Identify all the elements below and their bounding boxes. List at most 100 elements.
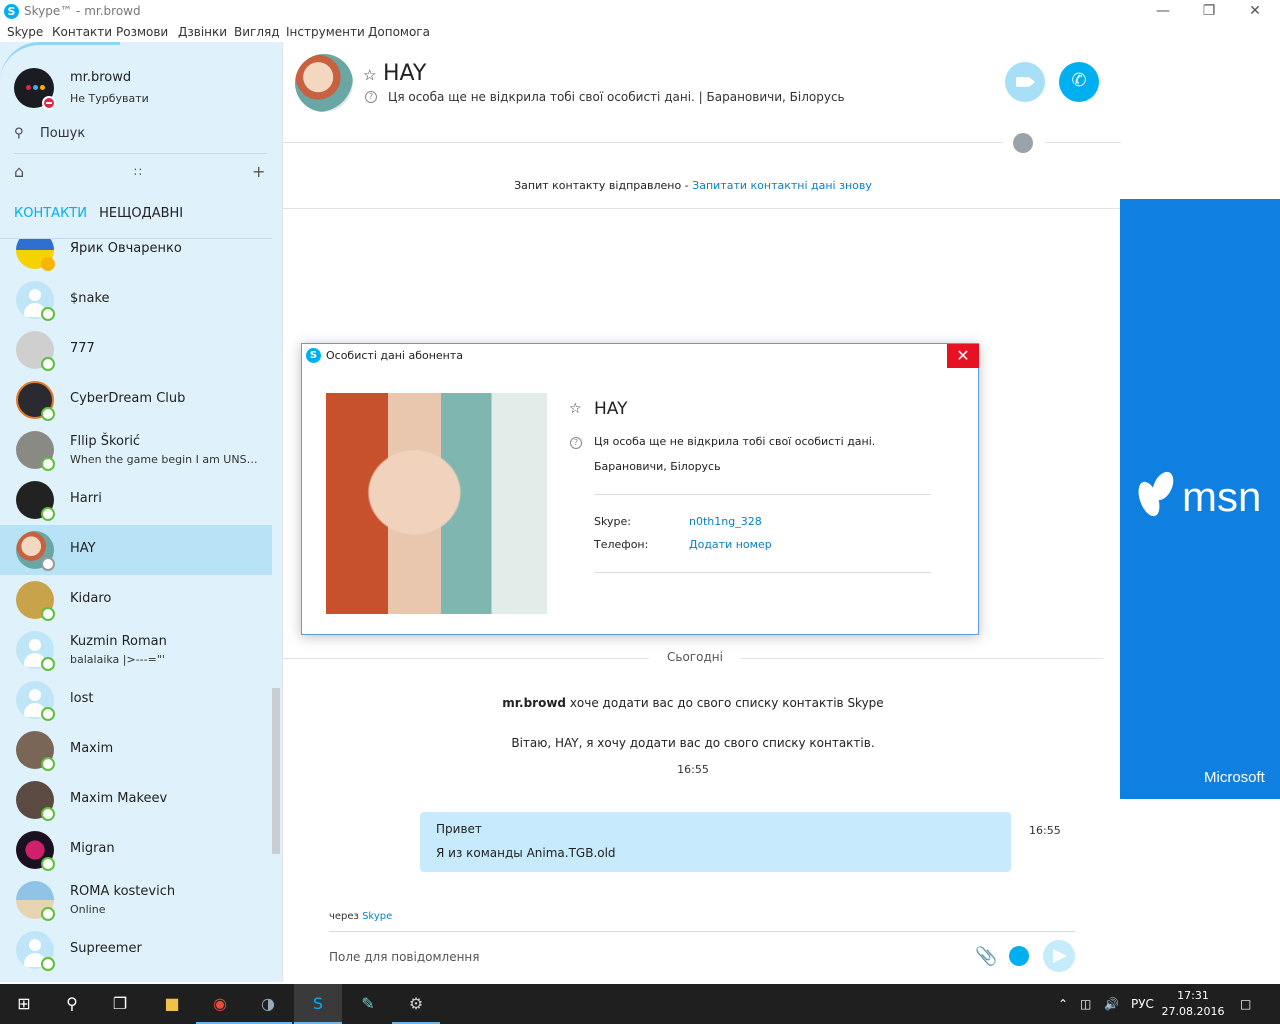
conversation-avatar[interactable] <box>295 54 353 112</box>
contact-item[interactable]: ROMA kostevich Online <box>0 875 272 925</box>
contact-name: HAY <box>70 541 96 556</box>
menu-skype[interactable]: Skype <box>7 25 43 39</box>
system-text: хоче додати вас до свого списку контакті… <box>566 696 884 710</box>
contact-item[interactable]: lost <box>0 675 272 725</box>
request-again-link[interactable]: Запитати контактні дані знову <box>692 179 872 192</box>
contact-tabs: КОНТАКТИ НЕЩОДАВНІ <box>14 206 191 221</box>
contact-name: $nake <box>70 291 110 306</box>
video-call-button[interactable] <box>1005 62 1045 102</box>
language-indicator[interactable]: РУС <box>1131 984 1154 1024</box>
contact-item[interactable]: Kidaro <box>0 575 272 625</box>
notifications-icon[interactable]: □ <box>1240 984 1251 1024</box>
message-input[interactable]: Поле для повідомлення <box>329 950 479 964</box>
network-icon[interactable]: ◫ <box>1080 984 1091 1024</box>
title-bar: S Skype™ - mr.browd — ❐ ✕ <box>0 0 1280 24</box>
phone-label: Телефон: <box>594 538 649 551</box>
contact-item[interactable]: Harri <box>0 475 272 525</box>
contact-item[interactable]: Fllip Škorić When the game begin I am UN… <box>0 425 272 475</box>
app-icon[interactable]: ◑ <box>244 984 292 1024</box>
contact-item[interactable]: Kuzmin Roman balalaika |>---="' <box>0 625 272 675</box>
divider <box>594 494 931 495</box>
task-view-icon[interactable]: ❐ <box>96 984 144 1024</box>
dialog-contact-name: HAY <box>594 399 628 419</box>
contact-name: lost <box>70 691 94 706</box>
skype-id-label: Skype: <box>594 515 631 528</box>
sidebar-toolbar: ⌂ ∷ + <box>14 162 267 186</box>
contact-name: 777 <box>70 341 95 356</box>
contact-item-selected[interactable]: HAY <box>0 525 272 575</box>
phone-icon: ✆ <box>1071 70 1087 91</box>
menu-contacts[interactable]: Контакти <box>52 25 112 39</box>
search-icon[interactable]: ⚲ <box>48 984 96 1024</box>
windows-start-icon[interactable]: ⊞ <box>0 984 48 1024</box>
steam-icon[interactable]: ⚙ <box>392 984 440 1024</box>
contact-item[interactable]: Maxim <box>0 725 272 775</box>
search-icon: ⚲ <box>14 126 24 141</box>
contact-item[interactable]: Supreemer <box>0 925 272 975</box>
dialog-close-button[interactable]: ✕ <box>947 344 979 368</box>
minimize-button[interactable]: — <box>1140 0 1186 24</box>
home-icon[interactable]: ⌂ <box>14 162 24 181</box>
contact-item[interactable]: $nake <box>0 275 272 325</box>
conversation-title[interactable]: HAY <box>383 61 426 86</box>
privacy-notice: Ця особа ще не відкрила тобі свої особис… <box>594 435 876 448</box>
greeting-message: Вітаю, HAY, я хочу додати вас до свого с… <box>511 736 875 750</box>
tab-contacts[interactable]: КОНТАКТИ <box>14 206 87 221</box>
msn-logo-text: msn <box>1182 473 1262 520</box>
contact-item[interactable]: Ярик Овчаренко <box>0 239 272 275</box>
profile-status[interactable]: Не Турбувати <box>70 92 149 105</box>
question-icon: ? <box>570 437 582 449</box>
chrome-icon[interactable]: ◉ <box>196 984 244 1024</box>
online-status-icon <box>41 607 55 621</box>
menu-help[interactable]: Допомога <box>368 25 430 39</box>
date-label: Сьогодні <box>649 650 741 664</box>
via-text: через <box>329 911 363 922</box>
message-line: Я из команды Anima.TGB.old <box>436 846 616 860</box>
emoticon-icon[interactable] <box>1009 946 1029 966</box>
file-explorer-icon[interactable]: ■ <box>148 984 196 1024</box>
contact-item[interactable]: 777 <box>0 325 272 375</box>
search-label: Пошук <box>40 126 86 141</box>
dialpad-icon[interactable]: ∷ <box>134 165 142 179</box>
menu-conversations[interactable]: Розмови <box>116 25 168 39</box>
contact-item[interactable]: Migran <box>0 825 272 875</box>
microsoft-label: Microsoft <box>1204 769 1265 786</box>
contact-name: Harri <box>70 491 102 506</box>
send-button[interactable] <box>1043 940 1075 972</box>
maximize-button[interactable]: ❐ <box>1186 0 1232 24</box>
globe-icon <box>1013 133 1033 153</box>
tray-chevron-icon[interactable]: ⌃ <box>1058 984 1068 1024</box>
paint-icon[interactable]: ✎ <box>344 984 392 1024</box>
contact-list-scrollbar[interactable] <box>272 688 280 854</box>
call-button[interactable]: ✆ <box>1059 62 1099 102</box>
via-skype-link[interactable]: Skype <box>362 911 392 922</box>
clock[interactable]: 17:31 27.08.2016 <box>1158 988 1228 1020</box>
add-icon[interactable]: + <box>252 162 265 181</box>
attach-icon[interactable]: 📎 <box>975 946 997 967</box>
menu-calls[interactable]: Дзвінки <box>178 25 227 39</box>
profile-name[interactable]: mr.browd <box>70 70 131 85</box>
close-button[interactable]: ✕ <box>1232 0 1278 24</box>
contact-name: Migran <box>70 841 115 856</box>
contact-list-inner: Ярик Овчаренко $nake 777 CyberDream Club <box>0 239 272 975</box>
skype-taskbar-icon[interactable]: S <box>294 984 342 1024</box>
do-not-disturb-icon <box>42 96 56 110</box>
favorite-star-icon[interactable]: ☆ <box>363 66 376 84</box>
tab-recent[interactable]: НЕЩОДАВНІ <box>99 206 183 221</box>
contact-name: ROMA kostevich <box>70 884 176 899</box>
menu-tools[interactable]: Інструменти <box>286 25 365 39</box>
clock-time: 17:31 <box>1177 989 1209 1002</box>
online-status-icon <box>41 757 55 771</box>
location: Барановичи, Білорусь <box>594 460 721 473</box>
volume-icon[interactable]: 🔊 <box>1104 984 1119 1024</box>
search-box[interactable]: ⚲ Пошук <box>14 124 267 154</box>
skype-id-value[interactable]: n0th1ng_328 <box>689 515 762 528</box>
favorite-star-icon[interactable]: ☆ <box>569 401 582 417</box>
add-phone-link[interactable]: Додати номер <box>689 538 772 551</box>
message-bubble[interactable]: Привет Я из команды Anima.TGB.old <box>420 812 1011 872</box>
contact-item[interactable]: Maxim Makeev <box>0 775 272 825</box>
menu-view[interactable]: Вигляд <box>234 25 280 39</box>
contact-item[interactable]: CyberDream Club <box>0 375 272 425</box>
online-status-icon <box>41 907 55 921</box>
msn-ad-banner[interactable]: msn Microsoft <box>1120 199 1280 799</box>
